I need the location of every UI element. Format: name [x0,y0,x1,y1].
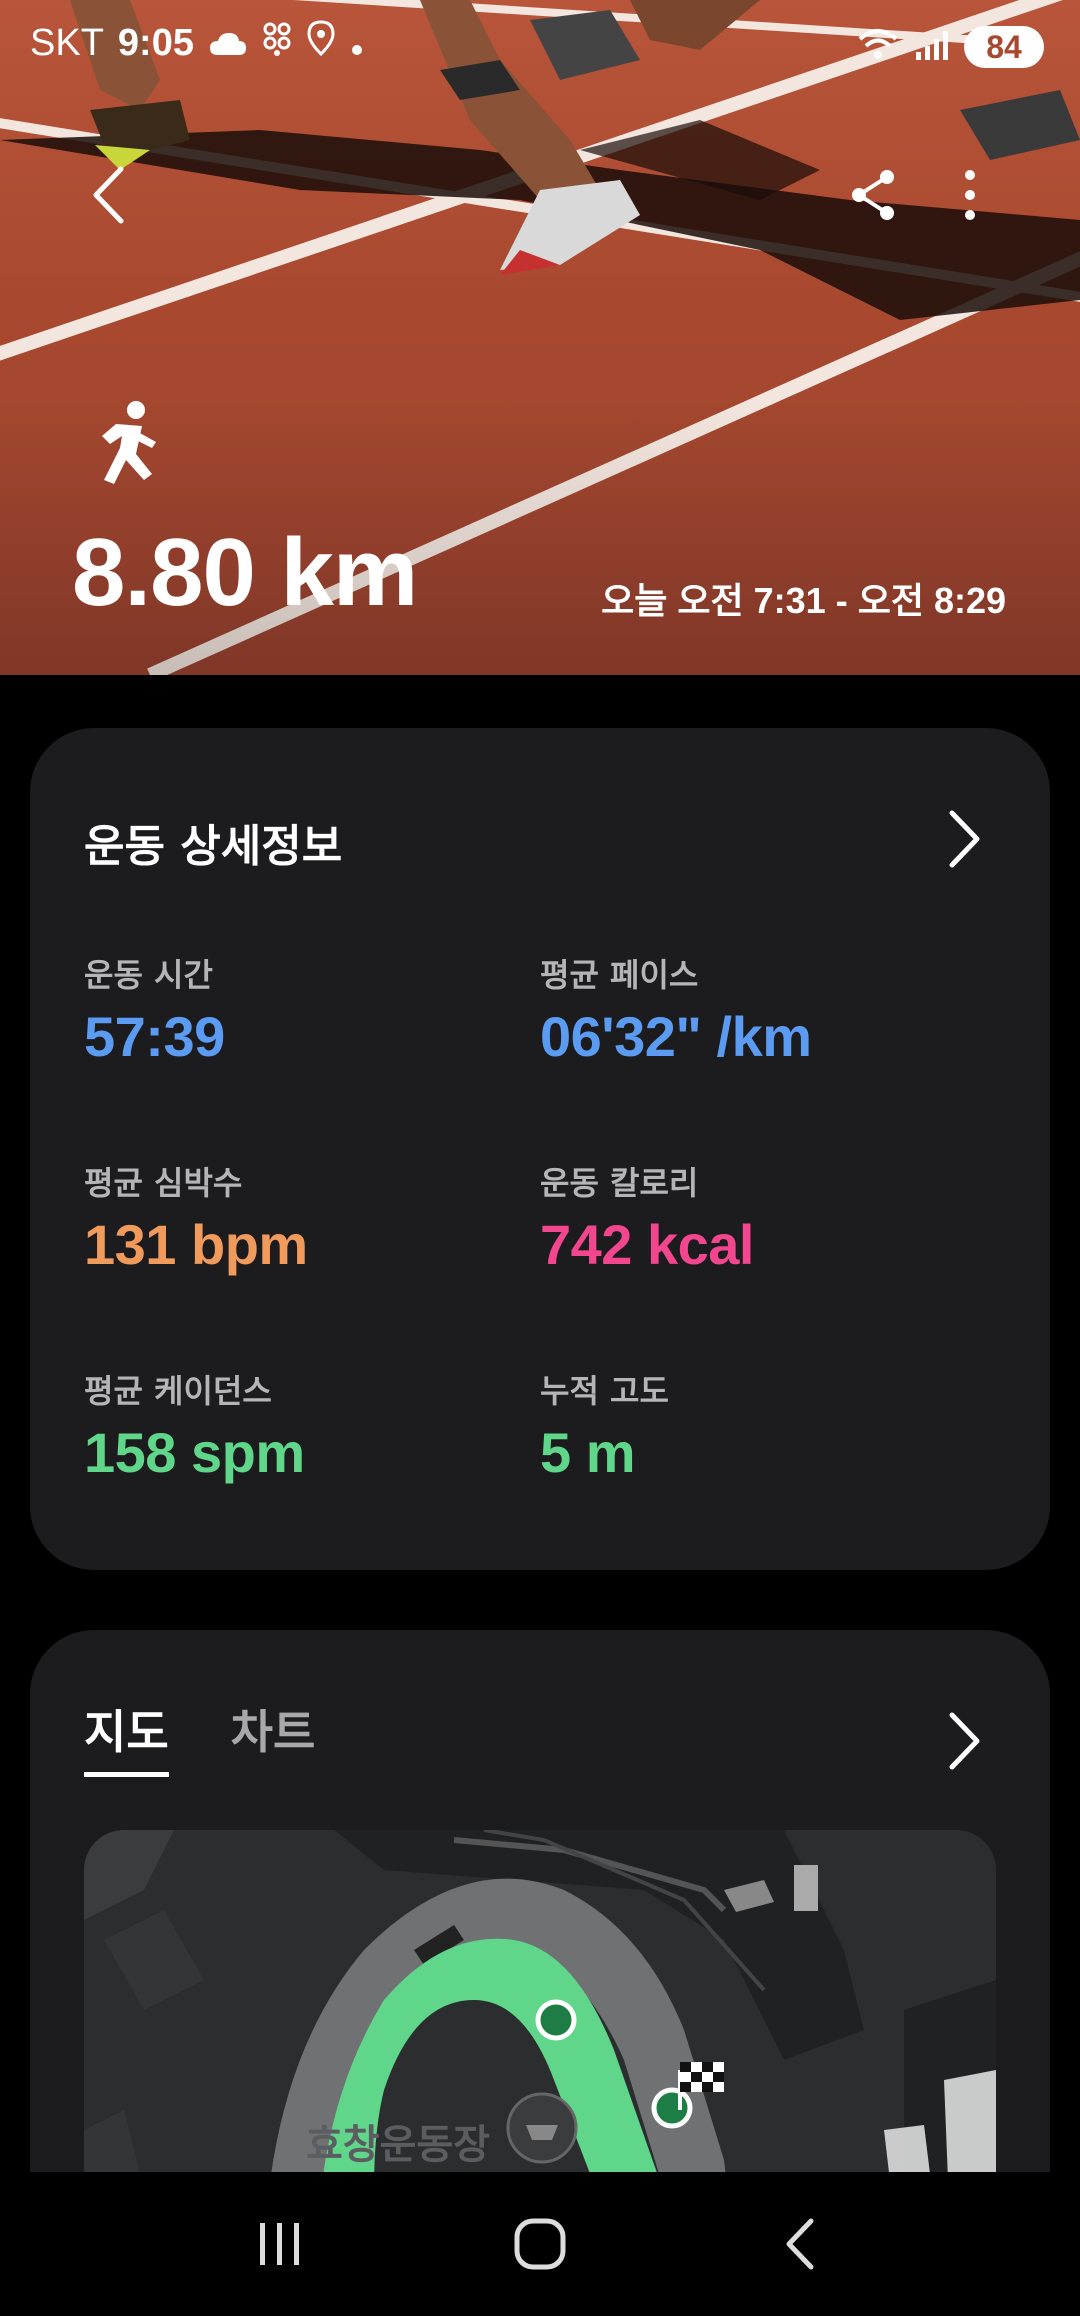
metric-value: 742 kcal [540,1213,754,1276]
metric-average-heart-rate: 평균 심박수 131 bpm [84,1158,524,1277]
chevron-right-icon[interactable] [948,810,982,868]
back-button[interactable] [78,160,138,230]
clock: 9:05 [117,22,194,64]
metric-value: 158 spm [84,1421,305,1484]
home-icon [514,2218,566,2270]
metric-value: 57:39 [84,1005,225,1068]
map-chart-tabs: 지도 차트 [84,1696,315,1777]
metric-average-pace: 평균 페이스 06'32" /km [540,950,980,1069]
battery-indicator: 84 [964,26,1044,68]
home-button[interactable] [485,2199,595,2289]
grid-app-icon [262,21,292,66]
details-title: 운동 상세정보 [84,821,343,872]
status-left: SKT 9:05 [30,20,364,67]
more-options-button[interactable] [948,160,992,230]
metric-calories: 운동 칼로리 742 kcal [540,1158,980,1277]
metric-workout-time: 운동 시간 57:39 [84,950,524,1069]
metric-label: 운동 칼로리 [540,1164,699,1202]
metric-label: 운동 시간 [84,956,213,994]
location-icon [306,20,336,67]
share-button[interactable] [842,160,904,230]
metric-elevation-gain: 누적 고도 5 m [540,1366,980,1485]
workout-time-range: 오늘 오전 7:31 - 오전 8:29 [601,580,1006,621]
metric-value: 5 m [540,1421,636,1484]
metric-label: 누적 고도 [540,1372,669,1410]
workout-details-card[interactable]: 운동 상세정보 운동 시간 57:39 평균 페이스 06'32" /km 평균… [30,728,1050,1570]
tab-map[interactable]: 지도 [84,1696,169,1777]
wifi-icon [856,27,900,67]
finish-flag-icon [680,2062,724,2092]
dot-icon [350,22,364,66]
chevron-right-icon[interactable] [948,1712,982,1770]
metric-average-cadence: 평균 케이던스 158 spm [84,1366,524,1485]
metric-value: 06'32" /km [540,1005,812,1068]
metric-value: 131 bpm [84,1213,308,1276]
metric-label: 평균 심박수 [84,1164,243,1202]
signal-icon [914,28,950,66]
recent-apps-button[interactable] [225,2199,335,2289]
status-right: 84 [856,26,1044,68]
recent-apps-icon [260,2223,299,2265]
more-vertical-icon [965,170,975,220]
cloud-icon [208,22,248,66]
back-arrow-icon [93,166,124,224]
metric-label: 평균 페이스 [540,956,699,994]
back-icon [786,2218,814,2270]
distance-value: 8.80 km [72,519,418,626]
share-icon [852,170,894,220]
running-icon [102,401,156,484]
tab-chart[interactable]: 차트 [231,1696,316,1777]
system-navigation-bar [0,2172,1080,2316]
metric-label: 평균 케이던스 [84,1372,272,1410]
map-place-label: 효창운동장 [306,2122,490,2168]
status-bar: SKT 9:05 84 [0,0,1080,96]
system-back-button[interactable] [745,2199,855,2289]
carrier-label: SKT [30,22,104,64]
